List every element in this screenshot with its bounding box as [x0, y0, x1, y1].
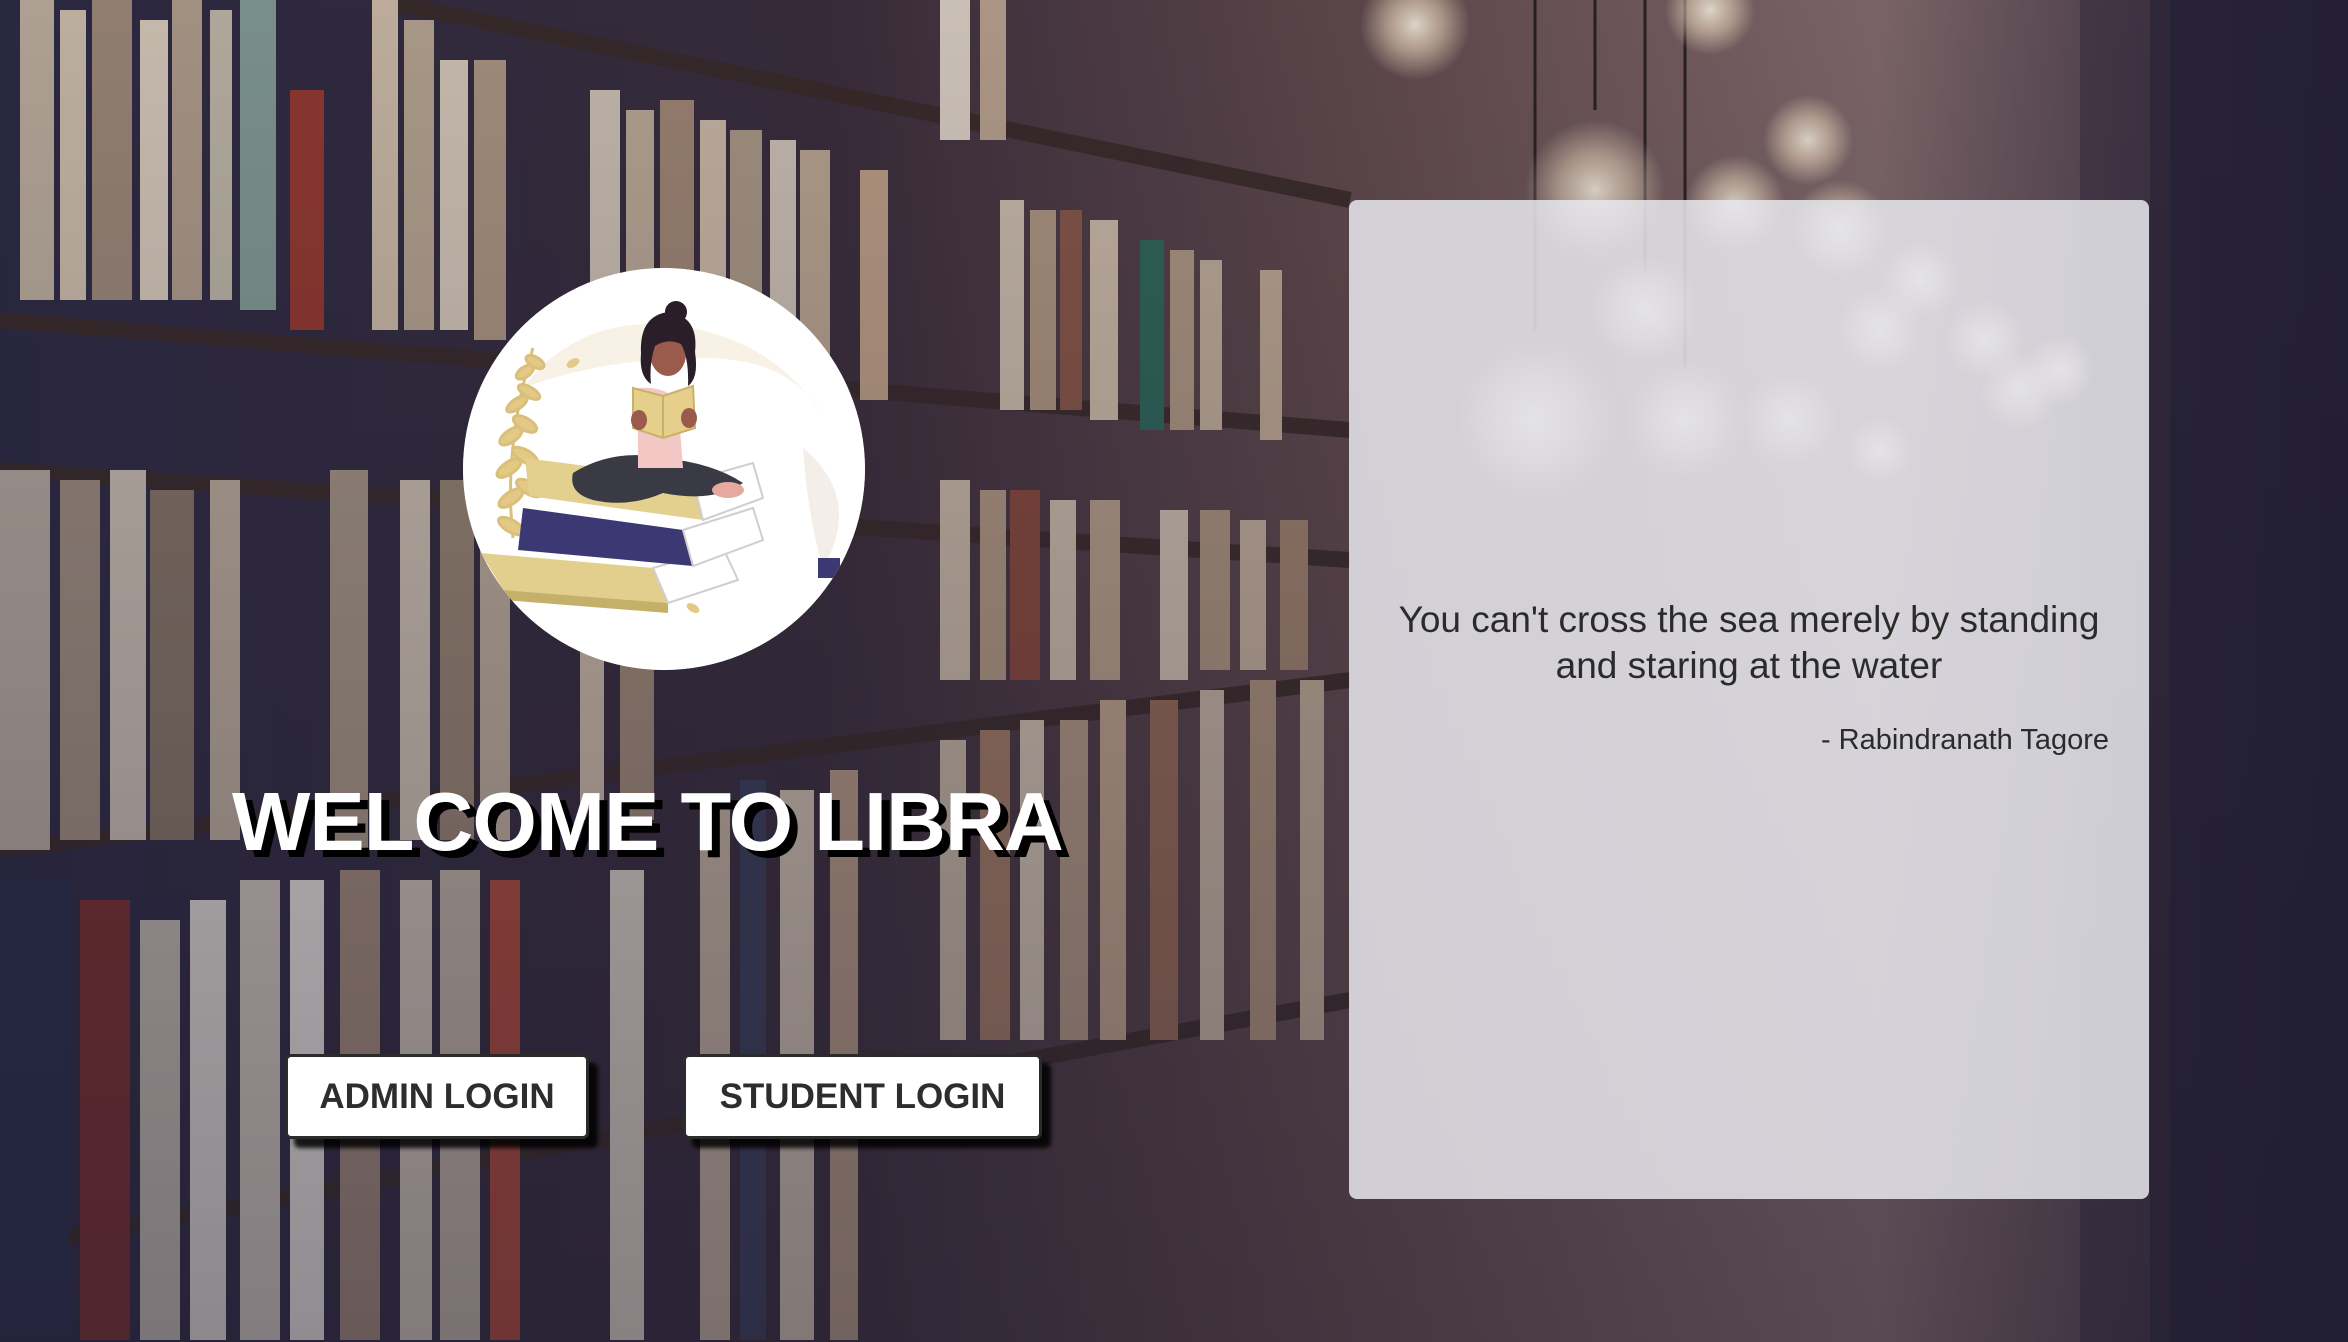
- quote-text: You can't cross the sea merely by standi…: [1398, 599, 2100, 686]
- quote-panel: You can't cross the sea merely by standi…: [1349, 200, 2149, 1199]
- admin-login-button[interactable]: ADMIN LOGIN: [285, 1054, 589, 1139]
- welcome-title: WELCOME TO LIBRA: [232, 775, 1064, 868]
- student-login-button[interactable]: STUDENT LOGIN: [683, 1054, 1042, 1139]
- quote-author: - Rabindranath Tagore: [1820, 724, 2109, 756]
- landing-page: WELCOME TO LIBRA ADMIN LOGIN STUDENT LOG…: [0, 0, 2348, 1342]
- reading-woman-on-books-icon: [463, 268, 865, 670]
